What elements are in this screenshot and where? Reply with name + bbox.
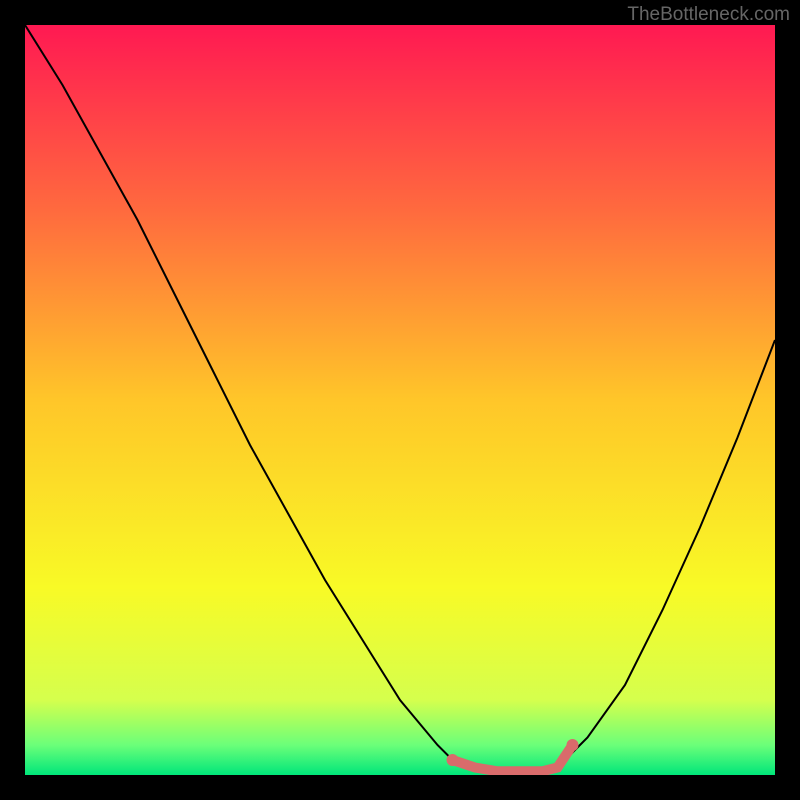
watermark-text: TheBottleneck.com [627,4,790,26]
bottleneck-chart [25,25,775,775]
chart-background [25,25,775,775]
